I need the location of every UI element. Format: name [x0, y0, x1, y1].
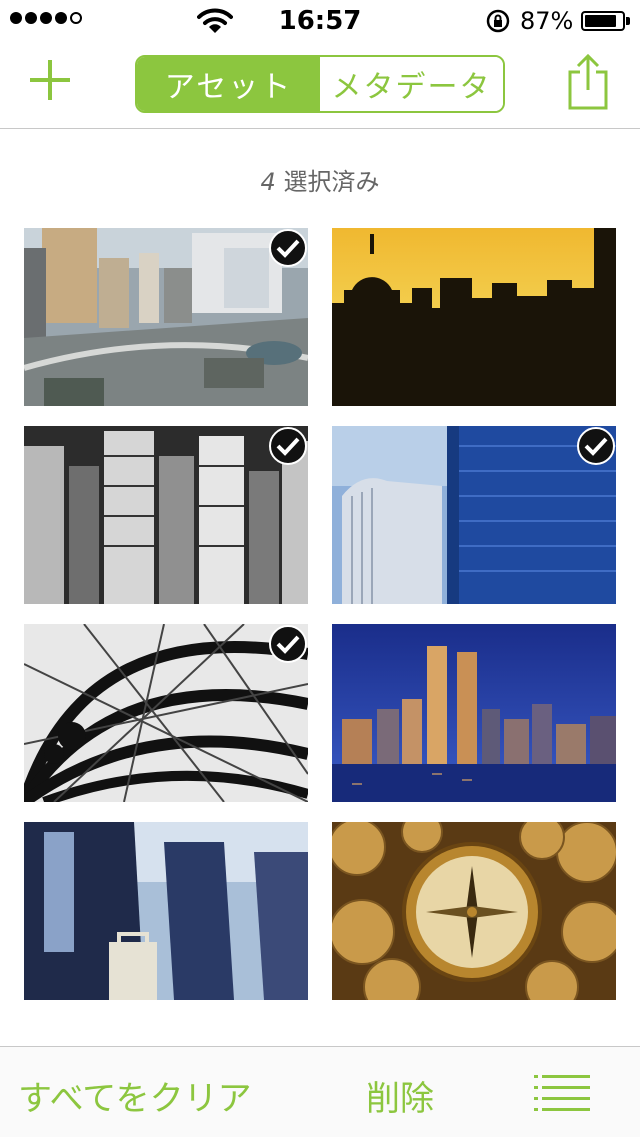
status-bar: 16:57 87% [0, 0, 640, 40]
asset-thumbnail[interactable] [332, 822, 616, 1000]
sunset-skyline-image [332, 228, 616, 406]
checkmark-icon [577, 427, 615, 465]
asset-thumbnail[interactable] [332, 426, 616, 604]
selection-count-label: 選択済み [283, 168, 380, 196]
checkmark-icon [269, 625, 307, 663]
segment-metadata[interactable]: メタデータ [320, 57, 503, 111]
night-skyline-image [332, 624, 616, 802]
asset-thumbnail[interactable] [24, 624, 308, 802]
selection-count-number: 4 [260, 168, 276, 196]
asset-thumbnail[interactable] [332, 624, 616, 802]
navigation-bar: アセット メタデータ [0, 40, 640, 129]
asset-thumbnail[interactable] [24, 426, 308, 604]
battery-icon [581, 11, 625, 31]
selection-count: 4 選択済み [0, 162, 640, 197]
bw-skyscrapers-image [24, 426, 308, 604]
business-people-image [24, 822, 308, 1000]
bottom-toolbar: すべてをクリア 削除 [0, 1046, 640, 1137]
steel-arch-image [24, 624, 308, 802]
checkmark-icon [269, 229, 307, 267]
delete-button[interactable]: 削除 [366, 1071, 434, 1120]
checkmark-icon [269, 427, 307, 465]
blue-towers-image [332, 426, 616, 604]
battery-nub [626, 17, 630, 25]
battery-percent: 87% [520, 7, 574, 35]
asset-thumbnail[interactable] [24, 228, 308, 406]
asset-thumbnail[interactable] [332, 228, 616, 406]
aerial-city-image [24, 228, 308, 406]
share-icon[interactable] [566, 54, 610, 110]
clear-all-button[interactable]: すべてをクリア [18, 1071, 252, 1120]
rotation-lock-icon [486, 9, 510, 33]
segmented-control: アセット メタデータ [135, 55, 505, 113]
plus-icon[interactable] [28, 58, 72, 102]
list-icon[interactable] [534, 1075, 590, 1111]
compass-coins-image [332, 822, 616, 1000]
asset-thumbnail[interactable] [24, 822, 308, 1000]
segment-assets[interactable]: アセット [137, 57, 320, 111]
